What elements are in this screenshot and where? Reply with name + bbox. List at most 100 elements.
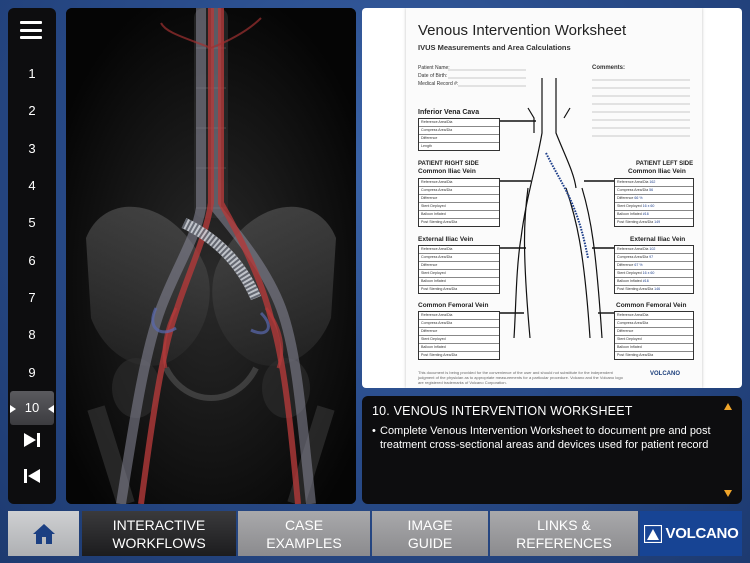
- menu-icon[interactable]: [20, 21, 42, 39]
- rei-row: Compress Area/Dia: [419, 254, 499, 262]
- tab-interactive-label-1: INTERACTIVE: [112, 516, 206, 533]
- tab-links-label-1: LINKS &: [537, 516, 591, 533]
- scroll-up-icon[interactable]: [724, 403, 732, 410]
- active-marker-right-icon: [48, 405, 54, 413]
- volcano-brand-logo: VOLCANO: [640, 511, 742, 556]
- step-9[interactable]: 9: [8, 365, 56, 380]
- worksheet-document: Venous Intervention Worksheet IVUS Measu…: [406, 8, 702, 388]
- rci-row: Stent Deployed: [419, 203, 499, 211]
- rci-row: Difference: [419, 195, 499, 203]
- ivc-row-difference: Difference: [419, 135, 499, 143]
- tab-image-guide[interactable]: IMAGE GUIDE: [372, 511, 488, 556]
- lcf-row: Balloon Inflated: [615, 344, 693, 352]
- tab-image-label-1: IMAGE: [407, 516, 453, 533]
- tab-interactive-label-2: WORKFLOWS: [112, 534, 206, 551]
- rcf-row: Post Stenting Area/Dia: [421, 353, 458, 357]
- step-8[interactable]: 8: [8, 327, 56, 342]
- step-5[interactable]: 5: [8, 215, 56, 230]
- right-common-femoral-title: Common Femoral Vein: [418, 302, 489, 309]
- step-1[interactable]: 1: [8, 66, 56, 81]
- lci-row: Post Stenting Area/Dia 149: [617, 220, 661, 224]
- rei-row: Post Stenting Area/Dia: [421, 287, 458, 291]
- right-side-label: PATIENT RIGHT SIDE: [418, 161, 479, 167]
- ivc-row-compress: Compress Area/Dia: [419, 127, 499, 135]
- home-icon: [32, 523, 55, 544]
- ivc-section-title: Inferior Vena Cava: [418, 109, 480, 116]
- lei-row: Compress Area/Dia 97: [615, 254, 693, 262]
- scroll-down-icon[interactable]: [724, 490, 732, 497]
- tab-links-label-2: REFERENCES: [516, 534, 612, 551]
- left-side-label: PATIENT LEFT SIDE: [636, 161, 694, 167]
- worksheet-footnote: This document is being provided for the …: [418, 370, 623, 385]
- rcf-row: Reference Area/Dia: [419, 312, 499, 320]
- tab-links-references[interactable]: LINKS & REFERENCES: [490, 511, 638, 556]
- lci-row: Difference 66 %: [615, 195, 693, 203]
- lei-row: Balloon Inflated #16: [615, 278, 693, 286]
- skip-forward-icon[interactable]: [21, 431, 43, 449]
- tab-interactive-workflows[interactable]: INTERACTIVE WORKFLOWS: [82, 511, 236, 556]
- rcf-row: Balloon Inflated: [419, 344, 499, 352]
- right-common-femoral-table: Reference Area/Dia Compress Area/Dia Dif…: [418, 311, 500, 360]
- step-description-body: • Complete Venous Intervention Worksheet…: [372, 424, 717, 452]
- worksheet-volcano-logo: VOLCANO: [650, 371, 680, 377]
- lcf-row: Difference: [615, 328, 693, 336]
- rei-row: Balloon Inflated: [419, 278, 499, 286]
- rcf-row: Stent Deployed: [419, 336, 499, 344]
- rcf-row: Difference: [419, 328, 499, 336]
- bottom-navigation: INTERACTIVE WORKFLOWS CASE EXAMPLES IMAG…: [8, 511, 742, 556]
- rei-row: Stent Deployed: [419, 270, 499, 278]
- left-common-iliac-title: Common Iliac Vein: [628, 168, 686, 175]
- rci-row: Balloon Inflated: [419, 211, 499, 219]
- tab-case-examples[interactable]: CASE EXAMPLES: [238, 511, 370, 556]
- right-external-iliac-title: External Iliac Vein: [418, 236, 474, 243]
- step-6[interactable]: 6: [8, 253, 56, 268]
- lei-row: Post Stenting Area/Dia 146: [617, 287, 661, 291]
- rci-row: Compress Area/Dia: [419, 187, 499, 195]
- step-description-panel: 10. VENOUS INTERVENTION WORKSHEET • Comp…: [362, 396, 742, 504]
- lci-row: Stent Deployed 16 x 60: [615, 203, 693, 211]
- lei-row: Reference Area/Dia 102: [615, 246, 693, 254]
- volcano-logo-icon: [643, 524, 662, 543]
- step-description-title: 10. VENOUS INTERVENTION WORKSHEET: [372, 404, 633, 418]
- volcano-brand-text: VOLCANO: [665, 525, 739, 542]
- ivc-row-length: Length: [421, 144, 432, 148]
- home-button[interactable]: [8, 511, 79, 556]
- rci-row: Reference Area/Dia: [419, 179, 499, 187]
- ivc-table: Reference Area/Dia Compress Area/Dia Dif…: [418, 118, 500, 151]
- lci-row: Compress Area/Dia 56: [615, 187, 693, 195]
- step-3[interactable]: 3: [8, 141, 56, 156]
- left-external-iliac-title: External Iliac Vein: [630, 236, 686, 243]
- lcf-row: Post Stenting Area/Dia: [617, 353, 654, 357]
- right-common-iliac-title: Common Iliac Vein: [418, 168, 476, 175]
- rci-row: Post Stenting Area/Dia: [421, 220, 458, 224]
- rcf-row: Compress Area/Dia: [419, 320, 499, 328]
- lcf-row: Stent Deployed: [615, 336, 693, 344]
- right-common-iliac-table: Reference Area/Dia Compress Area/Dia Dif…: [418, 178, 500, 227]
- anatomy-view: [66, 8, 356, 504]
- lci-row: Balloon Inflated #16: [615, 211, 693, 219]
- left-external-iliac-table: Reference Area/Dia 102 Compress Area/Dia…: [614, 245, 694, 294]
- lcf-row: Reference Area/Dia: [615, 312, 693, 320]
- rei-row: Reference Area/Dia: [419, 246, 499, 254]
- lei-row: Stent Deployed 16 x 60: [615, 270, 693, 278]
- left-common-iliac-table: Reference Area/Dia 162 Compress Area/Dia…: [614, 178, 694, 227]
- step-navigation: 1 2 3 4 5 6 7 8 9 10: [8, 8, 56, 504]
- left-common-femoral-title: Common Femoral Vein: [616, 302, 687, 309]
- right-external-iliac-table: Reference Area/Dia Compress Area/Dia Dif…: [418, 245, 500, 294]
- venous-anatomy-illustration: [66, 8, 356, 504]
- worksheet-image-panel: Venous Intervention Worksheet IVUS Measu…: [362, 8, 742, 388]
- lci-row: Reference Area/Dia 162: [615, 179, 693, 187]
- step-2[interactable]: 2: [8, 103, 56, 118]
- active-marker-left-icon: [10, 405, 16, 413]
- step-4[interactable]: 4: [8, 178, 56, 193]
- tab-case-label-1: CASE: [284, 516, 324, 533]
- skip-back-icon[interactable]: [21, 467, 43, 485]
- left-common-femoral-table: Reference Area/Dia Compress Area/Dia Dif…: [614, 311, 694, 360]
- lei-row: Difference 67 %: [615, 262, 693, 270]
- lcf-row: Compress Area/Dia: [615, 320, 693, 328]
- ivc-row-reference: Reference Area/Dia: [419, 119, 499, 127]
- step-7[interactable]: 7: [8, 290, 56, 305]
- tab-case-label-2: EXAMPLES: [266, 534, 342, 551]
- tab-image-label-2: GUIDE: [407, 534, 453, 551]
- bullet-icon: •: [372, 425, 376, 437]
